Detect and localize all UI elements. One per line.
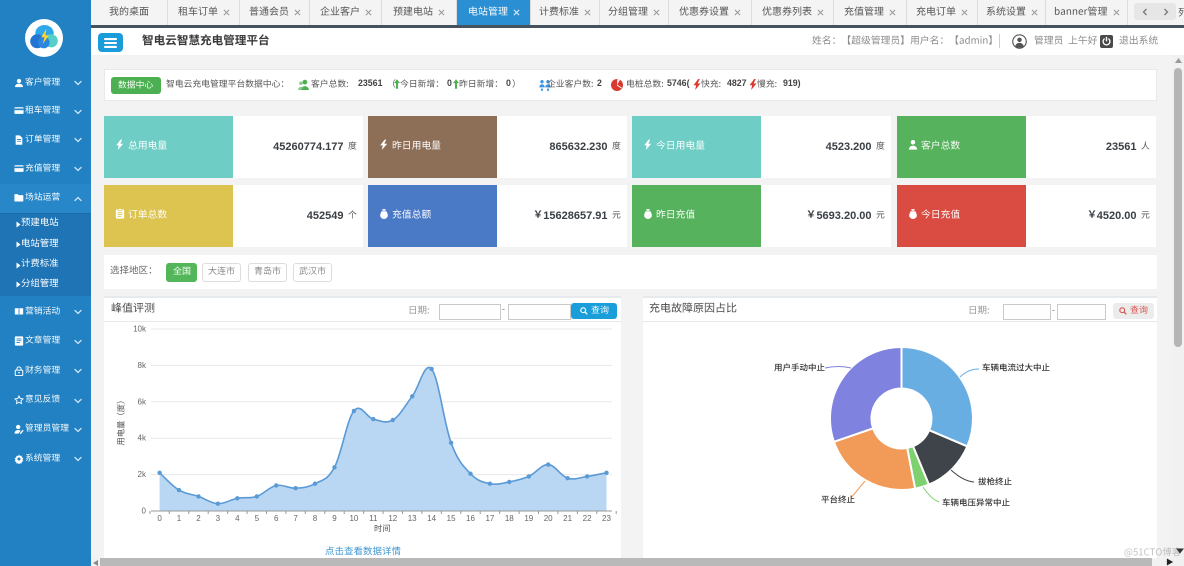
svg-text:14: 14	[427, 514, 436, 523]
svg-text:8: 8	[313, 514, 318, 523]
svg-text:2k: 2k	[138, 470, 147, 479]
svg-text:0: 0	[142, 507, 147, 516]
svg-text:23: 23	[602, 514, 611, 523]
svg-text:6: 6	[274, 514, 279, 523]
svg-text:4k: 4k	[138, 434, 147, 443]
svg-text:10k: 10k	[133, 325, 147, 334]
svg-text:7: 7	[293, 514, 298, 523]
svg-text:12: 12	[388, 514, 397, 523]
svg-text:2: 2	[196, 514, 201, 523]
svg-text:21: 21	[563, 514, 572, 523]
svg-text:22: 22	[583, 514, 592, 523]
svg-text:3: 3	[216, 514, 221, 523]
svg-text:15: 15	[447, 514, 456, 523]
svg-text:11: 11	[369, 514, 378, 523]
svg-text:13: 13	[408, 514, 417, 523]
svg-text:6k: 6k	[138, 397, 147, 406]
svg-text:5: 5	[255, 514, 260, 523]
svg-text:18: 18	[505, 514, 514, 523]
svg-text:19: 19	[524, 514, 533, 523]
svg-text:9: 9	[332, 514, 337, 523]
svg-text:20: 20	[544, 514, 553, 523]
svg-text:4: 4	[235, 514, 240, 523]
svg-text:16: 16	[466, 514, 475, 523]
svg-text:8k: 8k	[138, 361, 147, 370]
svg-text:1: 1	[177, 514, 182, 523]
svg-text:0: 0	[157, 514, 162, 523]
svg-text:10: 10	[349, 514, 358, 523]
svg-text:17: 17	[485, 514, 494, 523]
